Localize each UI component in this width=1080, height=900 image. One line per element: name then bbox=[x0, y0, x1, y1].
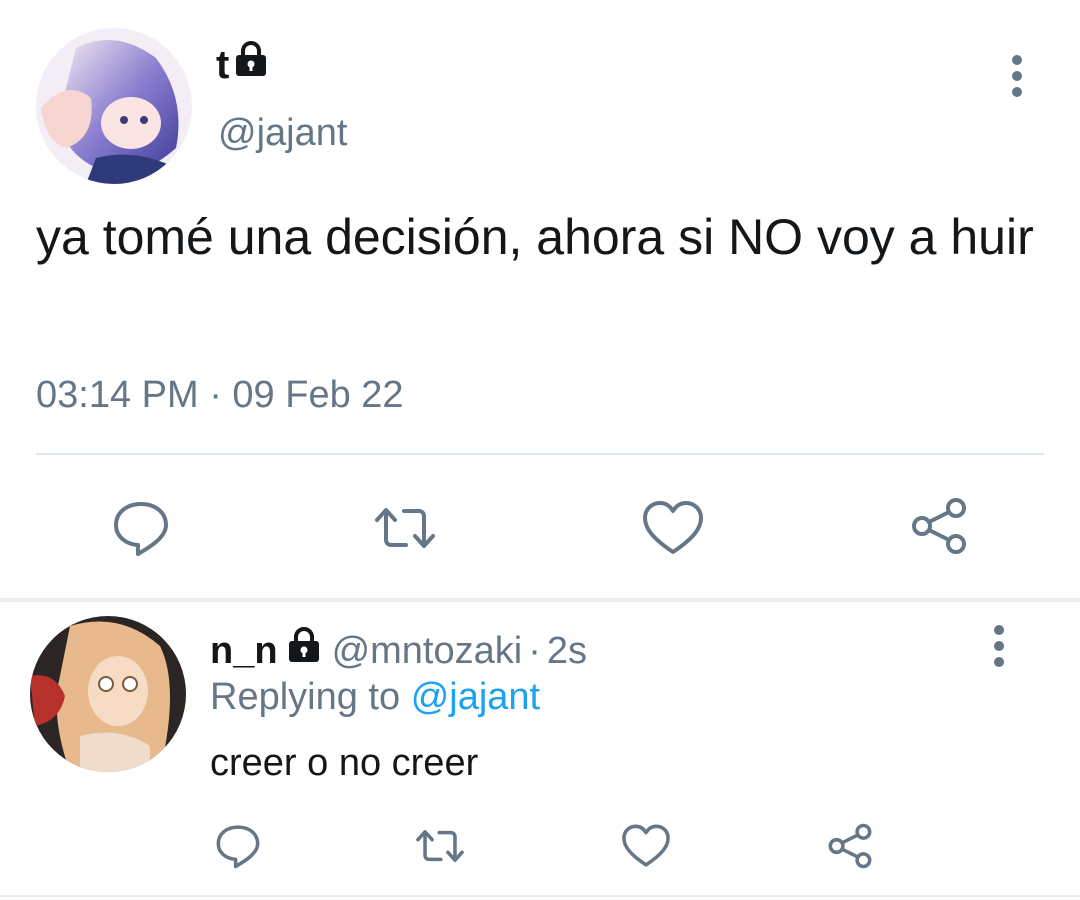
reply-retweet-icon[interactable] bbox=[414, 822, 466, 870]
divider bbox=[36, 453, 1044, 455]
reply-reply-icon[interactable] bbox=[212, 822, 264, 870]
more-options-icon[interactable] bbox=[996, 52, 1038, 100]
reply-icon[interactable] bbox=[108, 498, 174, 558]
reply-avatar[interactable] bbox=[30, 616, 186, 772]
display-name-text: t bbox=[216, 42, 230, 87]
display-name[interactable]: t bbox=[216, 40, 269, 89]
reply-more-options-icon[interactable] bbox=[978, 622, 1020, 670]
reply-text: creer o no creer bbox=[210, 742, 479, 784]
reply-like-icon[interactable] bbox=[620, 822, 672, 870]
reply-handle[interactable]: @mntozaki bbox=[332, 628, 523, 674]
lock-icon bbox=[233, 40, 269, 89]
tweet-timestamp: 03:14 PM · 09 Feb 22 bbox=[36, 374, 404, 416]
avatar[interactable] bbox=[36, 28, 192, 184]
retweet-icon[interactable] bbox=[372, 498, 438, 558]
tweet-text: ya tomé una decisión, ahora si NO voy a … bbox=[36, 209, 1034, 265]
reply-header: n_n @mntozaki · 2s bbox=[210, 626, 587, 675]
reply-separator: · bbox=[528, 629, 541, 672]
divider bbox=[0, 895, 1080, 897]
avatar-image bbox=[30, 616, 186, 772]
avatar-image bbox=[36, 28, 192, 184]
like-icon[interactable] bbox=[640, 498, 706, 558]
reply-time: 2s bbox=[546, 629, 587, 672]
share-icon[interactable] bbox=[906, 496, 972, 556]
replying-to-mention[interactable]: @jajant bbox=[411, 676, 540, 718]
thread-separator bbox=[0, 598, 1080, 602]
reply-share-icon[interactable] bbox=[824, 822, 876, 870]
replying-to-label: Replying to bbox=[210, 676, 401, 718]
replying-to: Replying to @jajant bbox=[210, 674, 540, 720]
reply-display-name[interactable]: n_n bbox=[210, 628, 278, 674]
lock-icon bbox=[286, 626, 322, 675]
user-handle[interactable]: @jajant bbox=[218, 110, 347, 156]
